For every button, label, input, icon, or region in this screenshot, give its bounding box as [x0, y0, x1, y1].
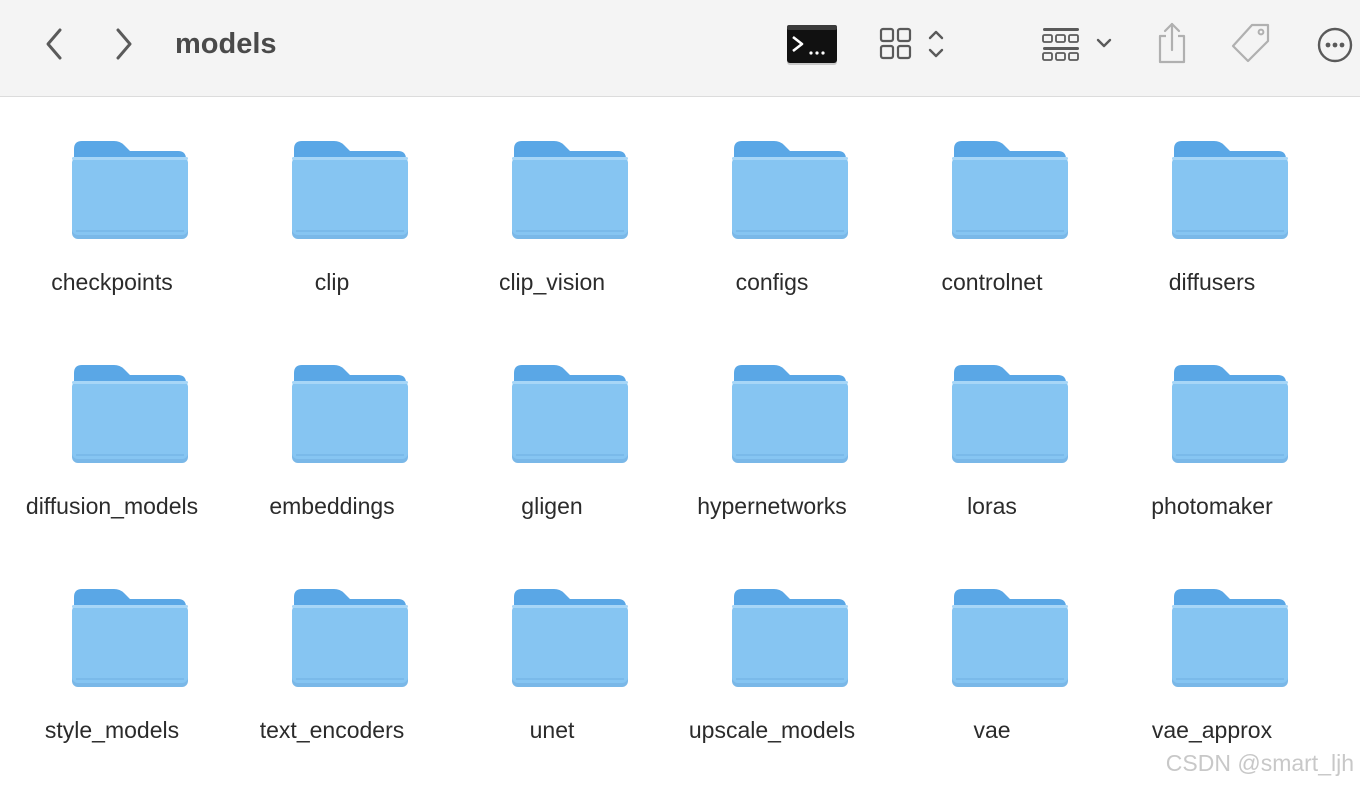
more-options-icon: [1317, 27, 1353, 63]
folder-label: photomaker: [1151, 493, 1273, 519]
folder-icon: [68, 585, 192, 691]
back-button[interactable]: [34, 22, 74, 66]
folder-icon: [508, 585, 632, 691]
folder-label: diffusers: [1168, 269, 1256, 295]
folder-icon: [288, 585, 412, 691]
group-by-menu[interactable]: [1040, 24, 1116, 64]
folder-item[interactable]: embeddings: [222, 321, 442, 545]
folder-icon: [948, 361, 1072, 467]
folder-icon: [948, 137, 1072, 243]
folder-icon: [68, 361, 192, 467]
folder-icon: [728, 361, 852, 467]
terminal-button[interactable]: [785, 23, 839, 69]
view-mode-selector[interactable]: [876, 24, 950, 64]
icon-grid-view-icon: [879, 27, 944, 60]
folder-item[interactable]: style_models: [2, 545, 222, 769]
group-by-icon: [1042, 28, 1112, 61]
terminal-icon: [787, 25, 837, 65]
forward-button[interactable]: [104, 22, 144, 66]
folder-icon: [1168, 137, 1292, 243]
folder-icon: [508, 137, 632, 243]
folder-item[interactable]: vae: [882, 545, 1102, 769]
folder-item[interactable]: diffusion_models: [2, 321, 222, 545]
window-title: models: [175, 28, 277, 60]
folder-label: vae_approx: [1151, 717, 1273, 743]
folder-icon: [288, 361, 412, 467]
tag-button[interactable]: [1228, 20, 1274, 66]
folder-item[interactable]: gligen: [442, 321, 662, 545]
share-icon: [1158, 22, 1186, 64]
folder-icon: [728, 137, 852, 243]
tag-icon: [1231, 23, 1270, 63]
folder-icon: [948, 585, 1072, 691]
folder-icon: [1168, 361, 1292, 467]
toolbar: models: [0, 0, 1360, 97]
folder-item[interactable]: vae_approx: [1102, 545, 1322, 769]
folder-item[interactable]: unet: [442, 545, 662, 769]
more-options-button[interactable]: [1312, 22, 1358, 68]
watermark: CSDN @smart_ljh: [1165, 750, 1354, 776]
folder-item[interactable]: hypernetworks: [662, 321, 882, 545]
folder-item[interactable]: text_encoders: [222, 545, 442, 769]
share-button[interactable]: [1152, 20, 1192, 66]
chevron-left-icon: [46, 28, 62, 60]
folder-item[interactable]: upscale_models: [662, 545, 882, 769]
folder-icon: [508, 361, 632, 467]
finder-window: models checkpoints clip clip_vision conf…: [0, 0, 1360, 786]
folder-item[interactable]: controlnet: [882, 97, 1102, 321]
folder-item[interactable]: checkpoints: [2, 97, 222, 321]
folder-icon: [288, 137, 412, 243]
folder-item[interactable]: configs: [662, 97, 882, 321]
chevron-right-icon: [116, 28, 132, 60]
folder-item[interactable]: diffusers: [1102, 97, 1322, 321]
folder-icon: [728, 585, 852, 691]
folder-item[interactable]: clip_vision: [442, 97, 662, 321]
folder-item[interactable]: photomaker: [1102, 321, 1322, 545]
folder-icon: [1168, 585, 1292, 691]
folder-item[interactable]: loras: [882, 321, 1102, 545]
folder-item[interactable]: clip: [222, 97, 442, 321]
folder-icon: [68, 137, 192, 243]
